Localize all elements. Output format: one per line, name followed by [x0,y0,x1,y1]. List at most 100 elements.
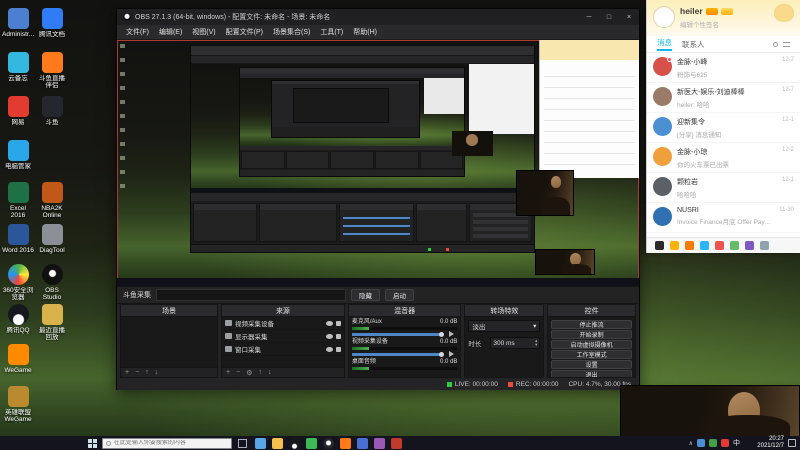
webcam-window[interactable] [620,385,800,437]
desktop-icon-qq[interactable]: 腾讯QQ [2,304,34,334]
clock[interactable]: 20:27 2021/12/7 [744,436,784,450]
eye-icon[interactable] [325,346,333,352]
start-button[interactable] [88,438,97,448]
more-icon[interactable] [760,241,769,250]
dock-input[interactable] [156,289,346,301]
volume-slider[interactable] [351,351,448,357]
chat-item[interactable]: 金脉-小峰 粉饰与625 12-7 [647,53,800,83]
remove-scene-button[interactable]: − [135,369,139,376]
source-row[interactable]: 窗口采集 [222,343,344,356]
lock-icon[interactable] [335,320,341,326]
start-record-button[interactable]: 开始录制 [551,330,632,339]
taskbar-app-wechat[interactable] [306,437,317,449]
mail-icon[interactable] [715,241,724,250]
desktop-icon-word[interactable]: Word 2016 [2,224,34,254]
chat-item[interactable]: 金脉-小琼 你的火车票已出票 12-2 [647,143,800,173]
eye-icon[interactable] [325,320,333,326]
speaker-icon[interactable] [449,351,457,357]
scenes-list[interactable] [121,317,218,367]
taskbar-app-douyu[interactable] [340,437,351,449]
taskbar-search[interactable] [102,437,232,449]
taskbar-app-explorer[interactable] [272,437,283,449]
close-button[interactable]: × [619,9,639,25]
desktop-icon-douyu[interactable]: 斗鱼 [36,96,68,126]
tab-contacts[interactable]: 联系人 [682,39,705,50]
desktop-icon-admin[interactable]: Administr... [2,8,34,38]
source-properties-button[interactable]: ⚙ [246,369,252,377]
tray-icon-2[interactable] [709,439,717,447]
remove-source-button[interactable]: − [236,369,240,376]
virtual-camera-button[interactable]: 启动虚拟摄像机 [551,340,632,349]
cloud-icon[interactable] [700,241,709,250]
eye-icon[interactable] [325,333,333,339]
obs-preview[interactable] [117,40,639,286]
search-icon[interactable] [773,41,778,47]
qq-penguin-icon[interactable] [655,241,664,250]
menu-view[interactable]: 视图(V) [187,27,220,37]
tray-icon-3[interactable] [721,439,729,447]
scene-down-button[interactable]: ↓ [155,369,159,376]
dock-hide-button[interactable]: 隐藏 [351,289,380,301]
add-scene-button[interactable]: + [125,369,129,376]
desktop-icon-diagtool[interactable]: DiagTool [36,224,68,254]
taskbar-app-obs[interactable] [323,437,334,450]
qq-avatar[interactable] [653,6,675,28]
desktop-icon-netease[interactable]: 网易 [2,96,34,126]
search-input[interactable] [113,440,228,446]
taskbar-app-manager[interactable] [391,437,402,449]
add-source-button[interactable]: + [226,369,230,376]
volume-slider[interactable] [351,331,448,337]
desktop-icon-douyu-companion[interactable]: 斗鱼直播伴侣 [36,52,68,89]
minimize-button[interactable]: ─ [579,9,599,25]
desktop-icon-cloud-note[interactable]: 云备忘 [2,52,34,82]
settings-button[interactable]: 设置 [551,360,632,369]
menu-icon[interactable] [783,41,790,47]
tray-expand-icon[interactable]: ∧ [689,440,693,447]
source-row[interactable]: 显示器采集 [222,330,344,343]
spin-down-icon[interactable]: ▾ [535,342,537,347]
favorites-icon[interactable] [670,241,679,250]
transition-select[interactable]: 淡出 ▾ [468,320,541,332]
menu-tools[interactable]: 工具(T) [315,27,348,37]
desktop-icon-360-browser[interactable]: 360安全浏览器 [2,264,34,301]
input-language[interactable]: 中 [733,438,740,448]
desktop-icon-lol-wegame[interactable]: 英雄联盟WeGame版 [2,386,34,423]
tab-messages[interactable]: 消息 [657,37,672,51]
source-down-button[interactable]: ↓ [268,369,272,376]
chat-item[interactable]: 迎新集令 [分享] 消息通知 12-1 [647,113,800,143]
dock-start-button[interactable]: 启动 [385,289,414,301]
menu-profile[interactable]: 配置文件(P) [221,27,268,37]
taskbar-app-store[interactable] [374,437,385,449]
apps-icon[interactable] [745,241,754,250]
taskbar-app-qq[interactable] [289,437,300,450]
lock-icon[interactable] [335,346,341,352]
studio-mode-button[interactable]: 工作室模式 [551,350,632,359]
maximize-button[interactable]: □ [599,9,619,25]
taskbar-app-browser[interactable] [255,437,266,449]
taskbar-app-wegame[interactable] [357,437,368,449]
source-up-button[interactable]: ↑ [259,369,263,376]
desktop-icon-obs-studio[interactable]: OBS Studio [36,264,68,301]
notification-center-button[interactable] [788,439,796,447]
menu-scene-collection[interactable]: 场景集合(S) [268,27,315,37]
desktop-icon-excel[interactable]: Excel 2016 [2,182,34,219]
task-view-button[interactable] [238,438,247,448]
speaker-icon[interactable] [449,331,457,337]
stop-stream-button[interactable]: 停止推流 [551,320,632,329]
duration-spinner[interactable]: 300 ms ▴ ▾ [490,337,541,349]
folder-icon[interactable] [685,241,694,250]
desktop-icon-pc-manager[interactable]: 电脑管家 [2,140,34,170]
desktop-icon-wegame[interactable]: WeGame [2,344,34,374]
desktop-icon-tencent-docs[interactable]: 腾讯文档 [36,8,68,38]
chat-item[interactable]: NUSRI Invoice Finance月底 Offer Pay… 11-30 [647,203,800,233]
obs-titlebar[interactable]: OBS 27.1.3 (64-bit, windows) - 配置文件: 未命名… [117,9,639,25]
chat-item[interactable]: 颗粒岩 哈哈哈 12-1 [647,173,800,203]
menu-edit[interactable]: 编辑(E) [154,27,187,37]
menu-help[interactable]: 帮助(H) [348,27,382,37]
lock-icon[interactable] [335,333,341,339]
exit-button[interactable]: 退出 [551,370,632,377]
menu-file[interactable]: 文件(F) [121,27,154,37]
tray-icon-1[interactable] [697,439,705,447]
games-icon[interactable] [730,241,739,250]
desktop-icon-replays[interactable]: 最近直播回放 [36,304,68,341]
